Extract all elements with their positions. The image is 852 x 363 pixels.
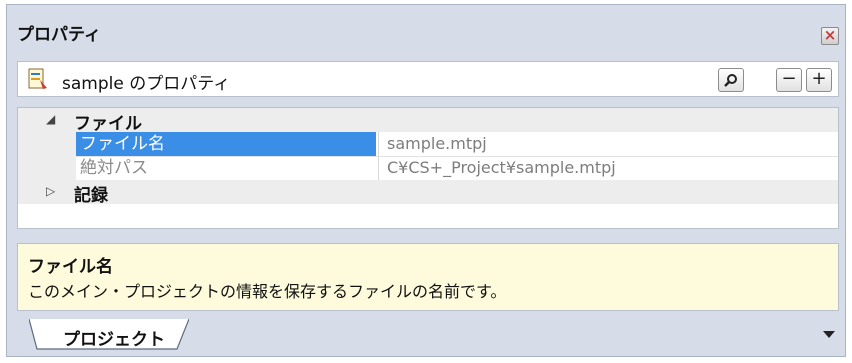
category-record[interactable]: ▷ 記録	[18, 180, 838, 206]
toolbar-title: sample のプロパティ	[62, 74, 231, 94]
description-title: ファイル名	[28, 257, 113, 277]
collapsed-arrow-icon[interactable]: ▷	[46, 184, 55, 198]
search-icon	[724, 74, 737, 87]
category-label: 記録	[74, 186, 108, 206]
property-row[interactable]: 絶対パス C¥CS+_Project¥sample.mtpj	[18, 156, 838, 180]
tab-project[interactable]: プロジェクト	[29, 319, 189, 351]
category-label: ファイル	[74, 114, 142, 134]
properties-panel: プロパティ × sample のプロパティ − + ◢ ファイル ファイル名 s…	[6, 4, 846, 357]
property-name[interactable]: ファイル名	[76, 132, 376, 156]
properties-toolbar: sample のプロパティ − +	[17, 61, 839, 97]
description-panel: ファイル名 このメイン・プロジェクトの情報を保存するファイルの名前です。	[17, 243, 839, 311]
panel-title: プロパティ	[17, 25, 101, 45]
tab-label: プロジェクト	[63, 330, 165, 350]
expand-all-button[interactable]: +	[806, 68, 832, 92]
property-value[interactable]: C¥CS+_Project¥sample.mtpj	[378, 156, 838, 180]
property-name[interactable]: 絶対パス	[76, 156, 376, 180]
property-value[interactable]: sample.mtpj	[378, 132, 838, 156]
category-file[interactable]: ◢ ファイル	[18, 108, 838, 134]
property-grid: ◢ ファイル ファイル名 sample.mtpj 絶対パス C¥CS+_Proj…	[17, 107, 839, 229]
tab-bar: プロジェクト	[17, 319, 839, 353]
close-icon[interactable]: ×	[821, 27, 839, 45]
collapse-all-button[interactable]: −	[776, 68, 802, 92]
description-text: このメイン・プロジェクトの情報を保存するファイルの名前です。	[28, 282, 507, 301]
chevron-down-icon[interactable]	[823, 331, 835, 338]
property-row[interactable]: ファイル名 sample.mtpj	[18, 132, 838, 156]
expanded-arrow-icon[interactable]: ◢	[46, 112, 55, 126]
search-button[interactable]	[718, 68, 744, 92]
project-icon	[28, 68, 47, 89]
